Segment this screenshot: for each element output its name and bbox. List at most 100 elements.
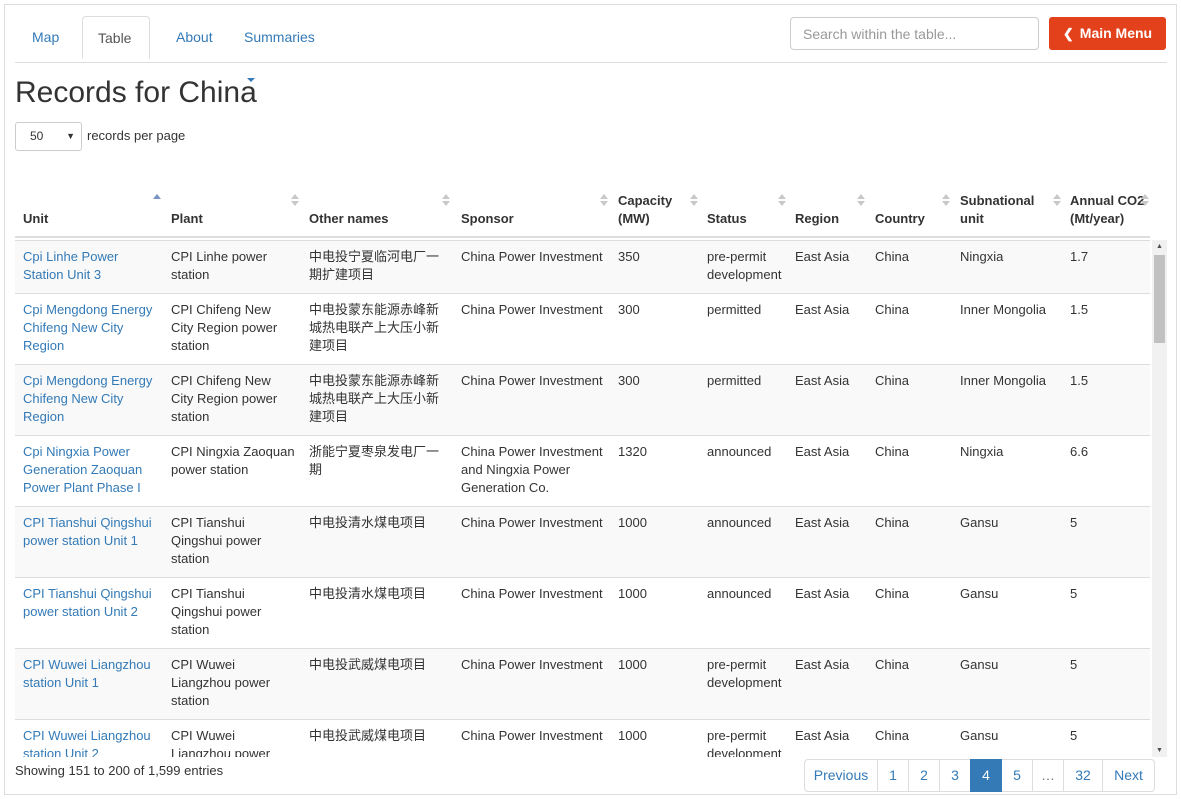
- sort-icon[interactable]: [1053, 194, 1061, 208]
- cell-region: East Asia: [795, 586, 850, 601]
- cell-plant: CPI Ningxia Zaoquan power station: [171, 444, 295, 477]
- cell-status: pre-permit development: [707, 249, 782, 282]
- cell-sponsor: China Power Investment: [461, 302, 603, 317]
- column-header-sponsor[interactable]: Sponsor: [461, 210, 591, 228]
- cell-plant: CPI Tianshui Qingshui power station: [171, 515, 262, 566]
- cell-country: China: [875, 302, 909, 317]
- unit-link[interactable]: CPI Tianshui Qingshui power station Unit…: [23, 514, 158, 550]
- cell-annual-co2: 5: [1070, 586, 1078, 601]
- sort-icon[interactable]: [1141, 194, 1149, 208]
- unit-link[interactable]: CPI Wuwei Liangzhou station Unit 2: [23, 727, 158, 757]
- cell-subnational-unit: Gansu: [960, 586, 999, 601]
- unit-link[interactable]: CPI Wuwei Liangzhou station Unit 1: [23, 656, 158, 692]
- cell-subnational-unit: Ningxia: [960, 249, 1004, 264]
- cell-plant: CPI Chifeng New City Region power statio…: [171, 373, 278, 424]
- search-input[interactable]: [790, 17, 1039, 50]
- cell-region: East Asia: [795, 444, 850, 459]
- tab-map[interactable]: Map: [17, 16, 79, 58]
- cell-capacity: 1000: [618, 728, 647, 743]
- pagination-page-3[interactable]: 3: [939, 759, 971, 792]
- column-header-status[interactable]: Status: [707, 210, 787, 228]
- sort-icon[interactable]: [690, 194, 698, 208]
- column-header-plant[interactable]: Plant: [171, 210, 291, 228]
- cell-status: pre-permit development: [707, 728, 782, 757]
- table-row: Cpi Ningxia Power Generation Zaoquan Pow…: [15, 435, 1150, 506]
- cell-other-names: 中电投蒙东能源赤峰新城热电联产上大压小新建项目: [309, 373, 440, 424]
- sort-icon[interactable]: [600, 194, 608, 208]
- unit-link[interactable]: Cpi Mengdong Energy Chifeng New City Reg…: [23, 372, 158, 426]
- cell-subnational-unit: Gansu: [960, 657, 999, 672]
- unit-link[interactable]: Cpi Linhe Power Station Unit 3: [23, 248, 158, 284]
- cell-region: East Asia: [795, 302, 850, 317]
- cell-country: China: [875, 373, 909, 388]
- column-header-country[interactable]: Country: [875, 210, 960, 228]
- pagination-ellipsis: …: [1032, 759, 1064, 792]
- column-header-region[interactable]: Region: [795, 210, 875, 228]
- cell-country: China: [875, 444, 909, 459]
- pagination-page-4[interactable]: 4: [970, 759, 1002, 792]
- sort-ascending-icon[interactable]: [153, 194, 161, 208]
- unit-link[interactable]: Cpi Ningxia Power Generation Zaoquan Pow…: [23, 443, 158, 497]
- cell-country: China: [875, 249, 909, 264]
- cell-sponsor: China Power Investment: [461, 249, 603, 264]
- cell-capacity: 1000: [618, 515, 647, 530]
- chevron-left-icon: ❮: [1062, 26, 1074, 41]
- table-info: Showing 151 to 200 of 1,599 entries: [15, 763, 224, 778]
- pagination-page-2[interactable]: 2: [908, 759, 940, 792]
- column-header-capacity[interactable]: Capacity (MW): [618, 192, 674, 228]
- table-row: Cpi Mengdong Energy Chifeng New City Reg…: [15, 293, 1150, 364]
- cell-other-names: 中电投清水煤电项目: [309, 515, 427, 530]
- pagination-previous[interactable]: Previous: [804, 759, 878, 792]
- pagination-page-5[interactable]: 5: [1001, 759, 1033, 792]
- cell-status: permitted: [707, 302, 762, 317]
- chevron-down-icon: ▼: [66, 131, 75, 141]
- table-header: Unit Plant Other names Sponsor Capacity (MW)…: [15, 165, 1150, 238]
- unit-link[interactable]: CPI Tianshui Qingshui power station Unit…: [23, 585, 158, 621]
- sort-icon[interactable]: [942, 194, 950, 208]
- table-scrollbar[interactable]: ▲ ▼: [1152, 240, 1167, 757]
- column-header-subnational-unit[interactable]: Subnational unit: [960, 192, 1050, 228]
- table-row: CPI Tianshui Qingshui power station Unit…: [15, 577, 1150, 648]
- table-body: Cpi Linhe Power Station Unit 3 CPI Linhe …: [15, 240, 1150, 757]
- cell-annual-co2: 1.5: [1070, 302, 1089, 317]
- cell-capacity: 300: [618, 302, 640, 317]
- cell-annual-co2: 5: [1070, 728, 1078, 743]
- cell-sponsor: China Power Investment: [461, 373, 603, 388]
- sort-icon[interactable]: [442, 194, 450, 208]
- scroll-down-icon[interactable]: ▼: [1156, 747, 1163, 754]
- tab-table[interactable]: Table: [82, 16, 150, 59]
- table-row: CPI Tianshui Qingshui power station Unit…: [15, 506, 1150, 577]
- cell-status: announced: [707, 586, 772, 601]
- cell-capacity: 1000: [618, 586, 647, 601]
- main-menu-button[interactable]: ❮ Main Menu: [1049, 17, 1166, 50]
- cell-country: China: [875, 586, 909, 601]
- tab-about[interactable]: About: [161, 16, 229, 58]
- column-header-unit[interactable]: Unit: [23, 210, 163, 228]
- unit-link[interactable]: Cpi Mengdong Energy Chifeng New City Reg…: [23, 301, 158, 355]
- scrollbar-thumb[interactable]: [1154, 255, 1165, 343]
- cell-status: pre-permit development: [707, 657, 782, 690]
- page-length-select[interactable]: 50 ▼: [15, 122, 82, 151]
- column-header-other-names[interactable]: Other names: [309, 210, 449, 228]
- table-row: CPI Wuwei Liangzhou station Unit 1 CPI Wu…: [15, 648, 1150, 719]
- pagination-next[interactable]: Next: [1102, 759, 1155, 792]
- cell-annual-co2: 1.7: [1070, 249, 1089, 264]
- cell-other-names: 中电投武威煤电项目: [309, 728, 427, 743]
- sort-icon[interactable]: [778, 194, 786, 208]
- cell-plant: CPI Linhe power station: [171, 249, 268, 282]
- cell-annual-co2: 1.5: [1070, 373, 1089, 388]
- cell-capacity: 1320: [618, 444, 647, 459]
- tab-summaries[interactable]: Summaries: [229, 16, 339, 83]
- pagination-page-1[interactable]: 1: [877, 759, 909, 792]
- cell-sponsor: China Power Investment: [461, 657, 603, 672]
- table-row: Cpi Linhe Power Station Unit 3 CPI Linhe …: [15, 240, 1150, 293]
- cell-sponsor: China Power Investment: [461, 515, 603, 530]
- cell-status: permitted: [707, 373, 762, 388]
- page-length-label: records per page: [87, 128, 186, 143]
- sort-icon[interactable]: [857, 194, 865, 208]
- column-header-annual-co2[interactable]: Annual CO2 (Mt/year): [1070, 192, 1145, 228]
- sort-icon[interactable]: [291, 194, 299, 208]
- cell-region: East Asia: [795, 657, 850, 672]
- pagination-page-32[interactable]: 32: [1063, 759, 1103, 792]
- scroll-up-icon[interactable]: ▲: [1156, 243, 1163, 250]
